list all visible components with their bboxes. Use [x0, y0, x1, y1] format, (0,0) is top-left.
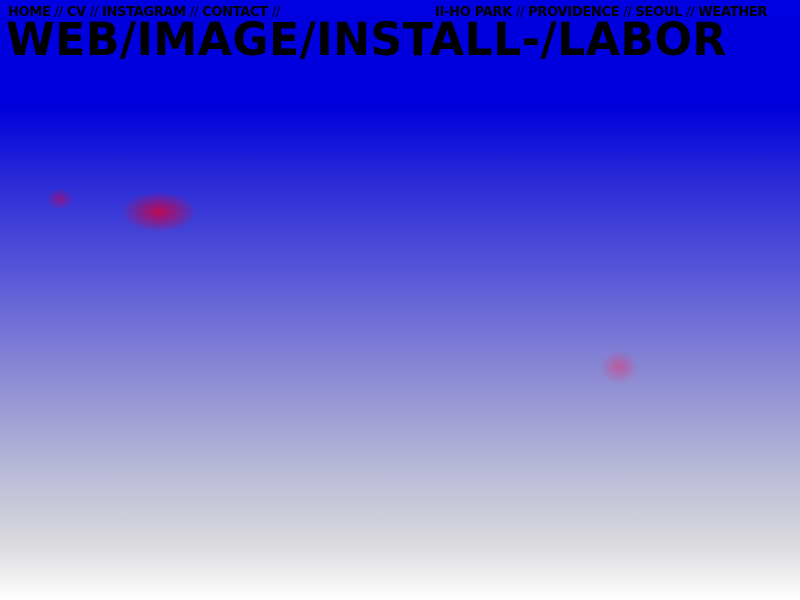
pink-blur-spot — [46, 188, 74, 210]
pink-blur-spot — [600, 350, 638, 384]
red-blur-spot — [122, 192, 196, 232]
page-title: WEB/IMAGE/INSTALL-/LABOR — [6, 13, 727, 66]
